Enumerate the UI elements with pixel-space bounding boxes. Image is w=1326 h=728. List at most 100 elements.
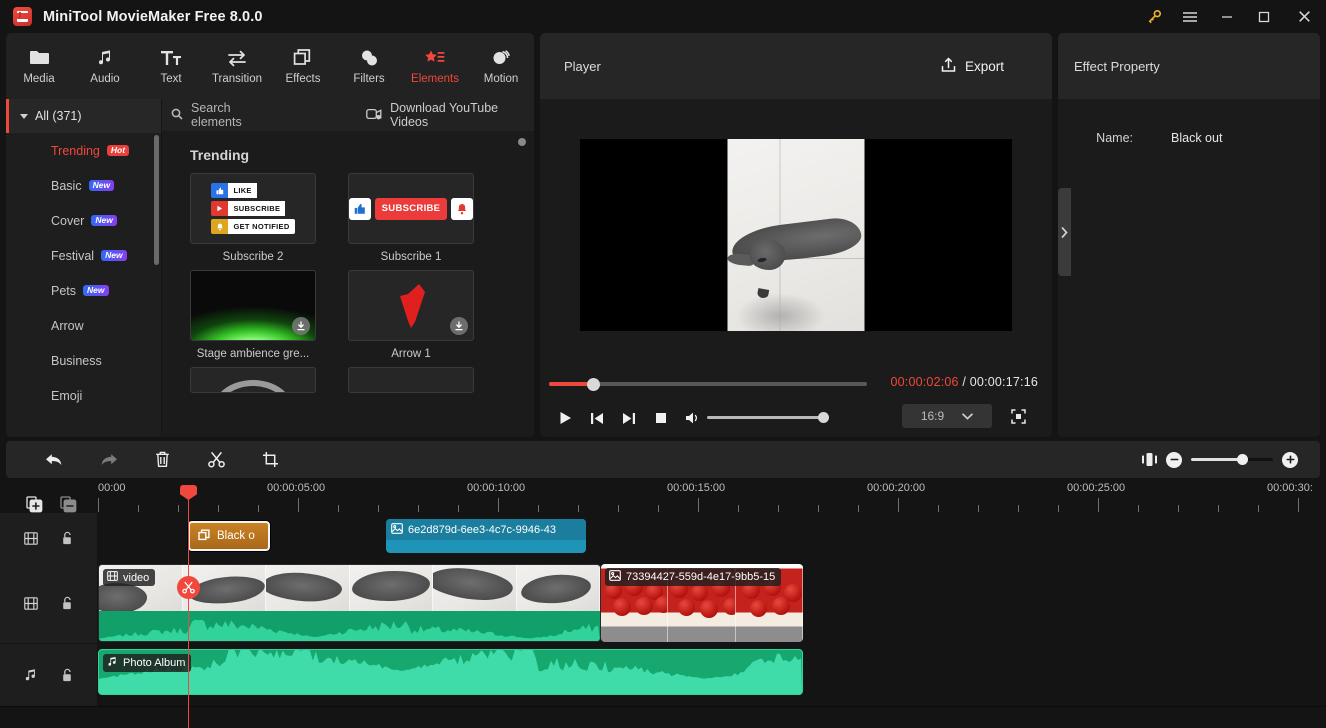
elements-scrollbar[interactable] — [518, 138, 526, 146]
stop-button[interactable] — [645, 405, 677, 431]
unlock-icon[interactable] — [56, 531, 78, 545]
play-button[interactable] — [549, 405, 581, 431]
menu-item-transition[interactable]: Transition — [204, 48, 270, 85]
element-card-partial[interactable] — [348, 367, 474, 393]
zoom-slider[interactable] — [1191, 454, 1273, 465]
hamburger-menu-icon[interactable] — [1171, 0, 1208, 33]
export-button[interactable]: Export — [941, 56, 1004, 76]
element-card-subscribe-2[interactable]: LIKE SUBSCRIBE GET NOTIFIED Subscribe 2 — [190, 173, 316, 263]
timeline[interactable]: 00:00 00:00:05:00 00:00:10:00 00:00:15:0… — [0, 478, 1326, 728]
menu-item-audio[interactable]: Audio — [72, 48, 138, 85]
ruler-label: 00:00:30: — [1267, 482, 1313, 494]
elements-scroll-area[interactable]: Trending LIKE SUBSCRIBE GET NOTIFIED Sub… — [162, 131, 534, 437]
minimize-icon[interactable] — [1208, 0, 1245, 33]
play-icon — [211, 201, 229, 216]
volume-button[interactable] — [677, 405, 709, 431]
timeline-clip-effect[interactable]: Black o — [188, 521, 270, 551]
film-strip-icon — [107, 571, 118, 584]
sidebar-item-arrow[interactable]: Arrow — [6, 308, 162, 343]
close-icon[interactable] — [1282, 0, 1326, 33]
playhead[interactable] — [180, 485, 197, 728]
maximize-icon[interactable] — [1245, 0, 1282, 33]
crop-button[interactable] — [254, 445, 287, 475]
next-frame-button[interactable] — [613, 405, 645, 431]
timeline-clip-video[interactable]: video — [98, 564, 601, 642]
download-youtube-button[interactable]: Download YouTube Videos — [366, 101, 534, 129]
menu-item-filters[interactable]: Filters — [336, 48, 402, 85]
track-lane[interactable]: Photo Album — [97, 644, 1326, 706]
image-icon — [391, 522, 403, 537]
menu-item-effects[interactable]: Effects — [270, 48, 336, 85]
elements-content: Search elements Download YouTube Videos … — [162, 99, 534, 437]
sidebar-item-cover[interactable]: Cover New — [6, 203, 162, 238]
category-scrollbar[interactable] — [154, 135, 159, 265]
timeline-clip-picture[interactable]: 6e2d879d-6ee3-4c7c-9946-43 — [386, 519, 586, 553]
element-thumbnail — [348, 270, 474, 341]
menu-item-text[interactable]: Text — [138, 48, 204, 85]
film-strip-icon[interactable] — [20, 531, 42, 545]
category-all[interactable]: All (371) — [6, 99, 162, 133]
clip-label-chip: 73394427-559d-4e17-9bb5-15 — [605, 568, 782, 586]
sidebar-item-business[interactable]: Business — [6, 343, 162, 378]
video-frame — [580, 139, 1012, 331]
video-preview[interactable] — [540, 99, 1052, 369]
search-input[interactable]: Search elements — [171, 101, 281, 129]
fullscreen-button[interactable] — [1006, 404, 1030, 428]
seek-slider[interactable] — [549, 377, 867, 391]
timeline-clip-cake[interactable]: 73394427-559d-4e17-9bb5-15 — [601, 564, 803, 642]
fit-timeline-button[interactable] — [1133, 445, 1166, 475]
undo-button[interactable] — [38, 445, 71, 475]
menu-item-motion[interactable]: Motion — [468, 48, 534, 85]
menu-item-elements[interactable]: Elements — [402, 48, 468, 85]
element-card-stage-ambience[interactable]: Stage ambience gre... — [190, 270, 316, 360]
arc-shape-icon — [213, 380, 293, 392]
delete-button[interactable] — [146, 445, 179, 475]
sidebar-item-festival[interactable]: Festival New — [6, 238, 162, 273]
film-strip-icon[interactable] — [20, 596, 42, 610]
panel-collapse-handle[interactable] — [1058, 188, 1071, 276]
elements-browser-panel: All (371) Trending Hot Basic New Cover N… — [6, 99, 534, 437]
menu-label: Media — [23, 72, 55, 85]
sidebar-item-basic[interactable]: Basic New — [6, 168, 162, 203]
timeline-track-video[interactable]: video 73394427-559d-4e17-9bb5-15 — [0, 563, 1326, 643]
timeline-ruler[interactable]: 00:00 00:00:05:00 00:00:10:00 00:00:15:0… — [0, 478, 1326, 513]
sidebar-item-emoji[interactable]: Emoji — [6, 378, 162, 413]
element-card-subscribe-1[interactable]: SUBSCRIBE Subscribe 1 — [348, 173, 474, 263]
timeline-zoom-controls — [1133, 445, 1298, 475]
aspect-ratio-select[interactable]: 16:9 — [902, 404, 992, 428]
download-icon[interactable] — [450, 317, 468, 335]
element-card-arrow-1[interactable]: Arrow 1 — [348, 270, 474, 360]
element-card-partial[interactable] — [190, 367, 316, 393]
seek-handle[interactable] — [587, 377, 600, 391]
unlock-icon[interactable] — [56, 596, 78, 610]
music-note-icon[interactable] — [20, 668, 42, 682]
zoom-in-button[interactable] — [1282, 451, 1298, 468]
timecode-display: 00:00:02:06 / 00:00:17:16 — [890, 375, 1038, 389]
remove-track-icon[interactable] — [58, 494, 78, 514]
zoom-slider-handle[interactable] — [1237, 454, 1248, 465]
sidebar-item-pets[interactable]: Pets New — [6, 273, 162, 308]
timeline-clip-audio[interactable]: Photo Album — [98, 649, 803, 695]
track-lane[interactable]: Black o 6e2d879d-6ee3-4c7c-9946-43 — [97, 513, 1326, 563]
menu-label: Text — [160, 72, 182, 85]
timeline-track-effect[interactable]: Black o 6e2d879d-6ee3-4c7c-9946-43 — [0, 513, 1326, 563]
zoom-out-button[interactable] — [1166, 451, 1182, 468]
volume-handle[interactable] — [818, 412, 829, 423]
download-icon[interactable] — [292, 317, 310, 335]
add-track-icon[interactable] — [24, 494, 44, 514]
previous-frame-button[interactable] — [581, 405, 613, 431]
chevron-right-icon — [1061, 226, 1068, 238]
unlock-icon[interactable] — [56, 668, 78, 682]
subscribe-row: SUBSCRIBE — [211, 201, 294, 216]
menu-item-media[interactable]: Media — [6, 48, 72, 85]
split-at-playhead-button[interactable] — [177, 576, 200, 599]
track-lane[interactable]: video 73394427-559d-4e17-9bb5-15 — [97, 563, 1326, 643]
property-value: Black out — [1171, 131, 1223, 145]
volume-slider[interactable] — [707, 412, 829, 423]
timeline-track-audio[interactable]: Photo Album — [0, 644, 1326, 706]
key-icon[interactable] — [1137, 0, 1171, 33]
sidebar-item-trending[interactable]: Trending Hot — [6, 133, 162, 168]
current-time: 00:00:02:06 — [890, 375, 959, 389]
redo-button[interactable] — [92, 445, 125, 475]
split-button[interactable] — [200, 445, 233, 475]
